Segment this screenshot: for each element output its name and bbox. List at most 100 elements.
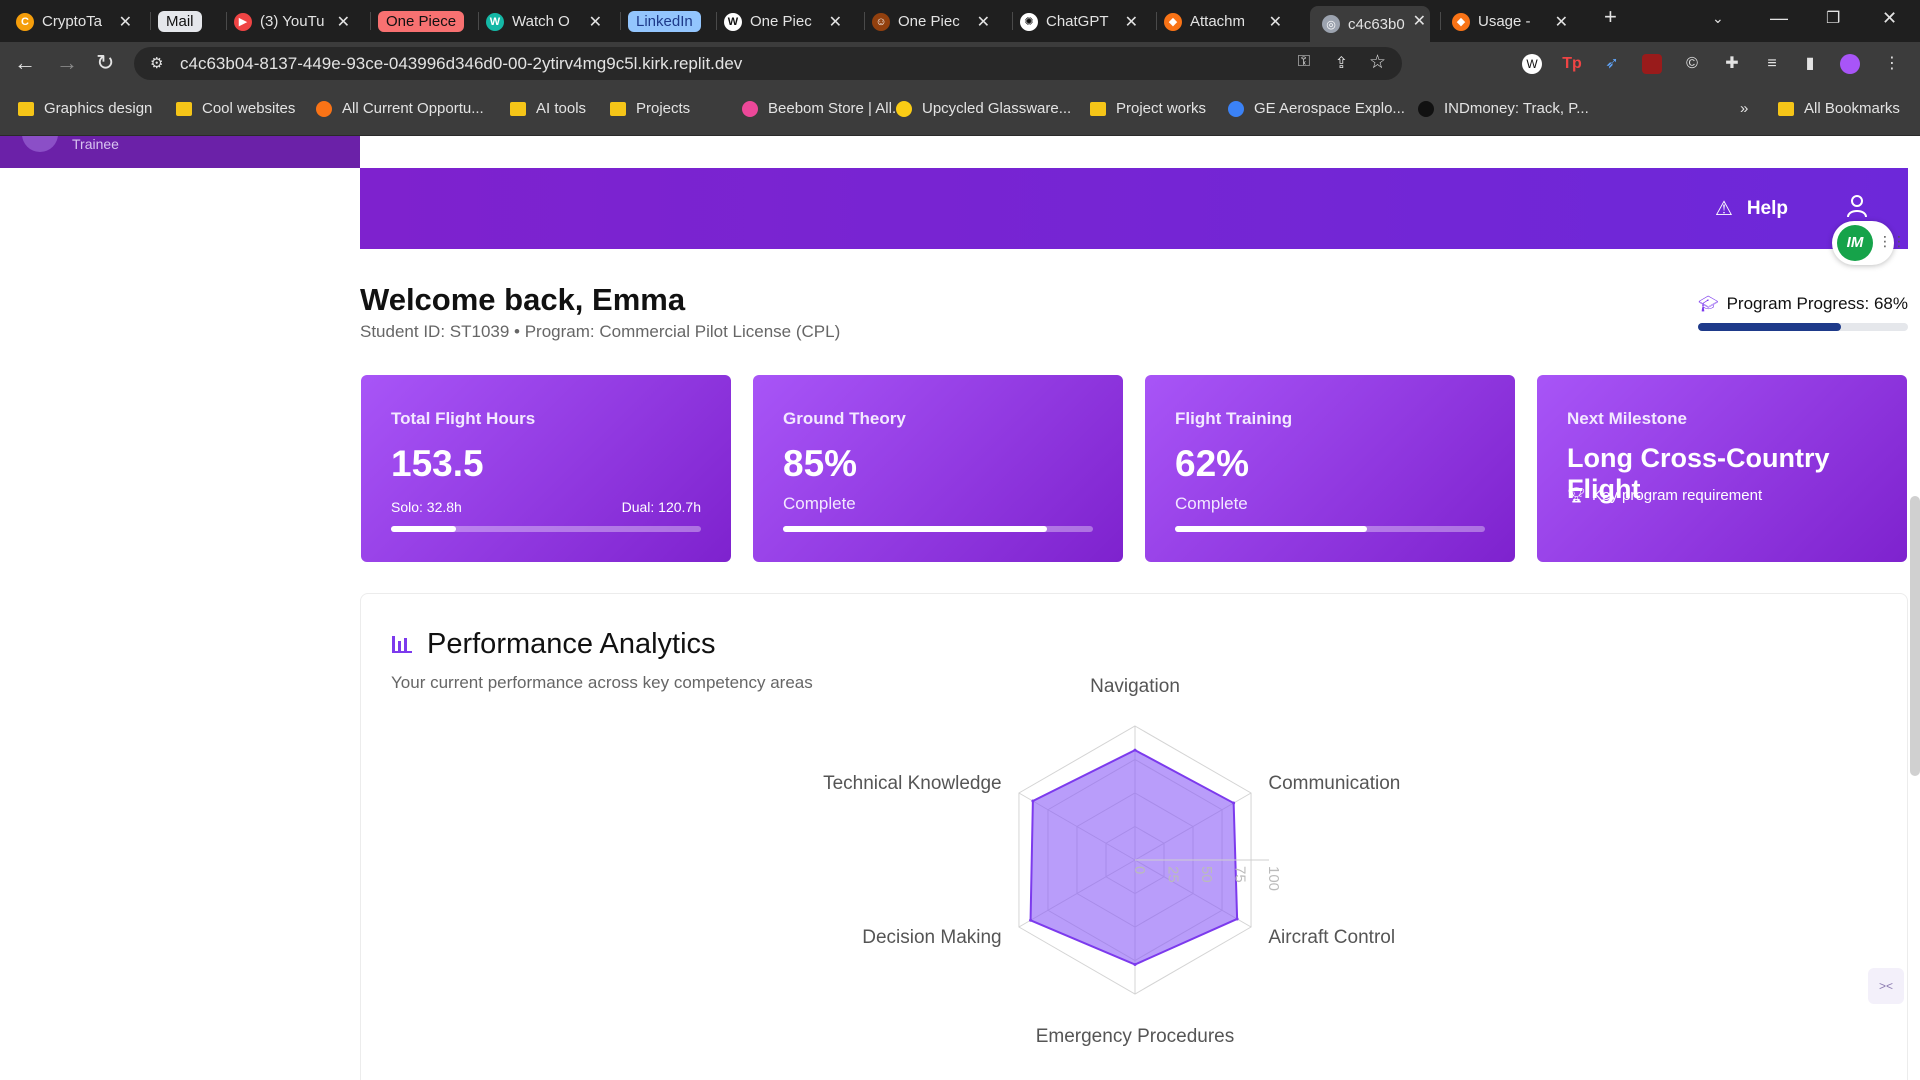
minimize-icon[interactable]: — [1770,8,1788,29]
bookmark-item[interactable]: Upcycled Glassware... [896,100,1071,117]
browser-tab[interactable]: ◆ Usage - ✕ [1452,7,1572,36]
extension-w-icon[interactable]: W [1522,54,1542,74]
menu-dots-icon[interactable]: ⋮ [1882,54,1902,74]
radar-data-area[interactable] [1029,748,1239,966]
extension-red-icon[interactable] [1642,54,1662,74]
browser-tab[interactable]: ◆ Attachm ✕ [1164,7,1286,36]
tab-close-icon[interactable]: ✕ [119,12,132,32]
tab-close-icon[interactable]: ✕ [589,12,602,32]
card-progress-fill [783,526,1047,532]
tab-close-icon[interactable]: ✕ [1269,12,1282,32]
tab-separator [478,12,479,30]
radar-data-point[interactable] [1235,917,1239,921]
tab-favicon-icon: ☺ [872,12,890,31]
tab-group-label[interactable]: Mail [158,11,202,32]
all-bookmarks-label: All Bookmarks [1804,100,1900,117]
radar-data-point[interactable] [1133,748,1137,752]
tab-close-icon[interactable]: ✕ [1555,12,1568,32]
tab-title: c4c63b0 [1348,15,1405,33]
tab-favicon-icon: ◆ [1452,12,1470,31]
extension-c-icon[interactable]: © [1682,54,1702,74]
bookmark-item[interactable]: Project works [1090,100,1206,117]
extension-rocket-icon[interactable]: ➶ [1602,54,1622,74]
browser-tab[interactable]: C CryptoTa ✕ [16,7,136,36]
reload-icon[interactable]: ↻ [96,51,114,75]
address-bar[interactable]: ⚙ c4c63b04-8137-449e-93ce-043996d346d0-0… [134,47,1402,80]
card-next-milestone: Next Milestone Long Cross-Country Flight… [1537,375,1907,562]
im-floating-badge[interactable]: IM ⋮⋮ [1832,221,1906,265]
extensions-puzzle-icon[interactable]: ✚ [1722,54,1742,74]
browser-tab[interactable]: W One Piec ✕ [724,7,846,36]
close-window-icon[interactable]: ✕ [1882,8,1897,29]
browser-tab[interactable]: Mail [158,7,218,36]
tab-favicon-icon: ✺ [1020,12,1038,31]
tab-close-icon[interactable]: ✕ [977,12,990,32]
back-icon[interactable]: ← [14,51,36,75]
site-favicon-icon [896,100,912,117]
user-icon[interactable] [1846,194,1868,218]
bookmark-item[interactable]: Beebom Store | All... [742,100,904,117]
tab-close-icon[interactable]: ✕ [1125,12,1138,32]
new-tab-button[interactable]: + [1604,4,1617,30]
tab-separator [226,12,227,30]
bookmark-item[interactable]: Graphics design [18,100,152,117]
site-favicon-icon [1418,100,1434,117]
share-icon[interactable]: ⇪ [1335,53,1348,73]
card-value: 85% [783,443,858,484]
radar-tick-label: 25 [1165,866,1182,883]
tab-separator [864,12,865,30]
site-info-icon[interactable]: ⚙ [150,54,163,72]
tab-separator [1440,12,1441,30]
card-total-flight-hours: Total Flight Hours 153.5 Solo: 32.8h Dua… [361,375,731,562]
restore-icon[interactable]: ❐ [1826,8,1840,28]
browser-tab-bar: C CryptoTa ✕ Mail ▶ (3) YouTu ✕ One Piece W Watch… [0,0,1920,42]
more-bookmarks-button[interactable]: » [1740,100,1748,117]
tab-separator [150,12,151,30]
browser-tab[interactable]: One Piece [378,7,468,36]
browser-tab[interactable]: W Watch O ✕ [486,7,606,36]
profile-avatar[interactable] [1840,54,1860,74]
browser-tab[interactable]: ✺ ChatGPT ✕ [1020,7,1142,36]
help-button[interactable]: ⚠ Help [1715,196,1788,221]
code-panel-toggle-icon[interactable]: >< [1868,968,1904,1004]
tab-search-icon[interactable]: ⌄ [1712,10,1724,27]
bookmark-item[interactable]: All Current Opportu... [316,100,484,117]
forward-icon[interactable]: → [56,51,78,75]
radar-data-point[interactable] [1133,963,1137,967]
bookmark-item[interactable]: GE Aerospace Explo... [1228,100,1405,117]
page-scrollbar[interactable] [1910,496,1920,776]
bookmark-star-icon[interactable]: ☆ [1369,51,1386,74]
url-text[interactable]: c4c63b04-8137-449e-93ce-043996d346d0-00-… [180,54,742,74]
im-logo: IM [1837,225,1873,261]
browser-tab[interactable]: ◎ c4c63b0 ✕ [1310,6,1430,42]
bookmark-item[interactable]: AI tools [510,100,586,117]
radar-data-point[interactable] [1031,799,1035,803]
alert-triangle-icon: ⚠ [1714,198,1733,220]
tab-title: ChatGPT [1046,13,1109,30]
bookmark-label: Graphics design [44,100,153,117]
bookmark-item[interactable]: Cool websites [176,100,295,117]
drag-handle-icon[interactable]: ⋮⋮ [1878,233,1906,250]
key-icon[interactable]: ⚿ [1298,53,1310,71]
bookmark-item[interactable]: INDmoney: Track, P... [1418,100,1589,117]
browser-tab[interactable]: ▶ (3) YouTu ✕ [234,7,354,36]
tab-group-label[interactable]: LinkedIn [628,11,701,32]
card-progress-fill [1175,526,1368,532]
bookmark-item[interactable]: Projects [610,100,690,117]
browser-tab[interactable]: ☺ One Piec ✕ [872,7,994,36]
tab-close-icon[interactable]: ✕ [1413,11,1426,31]
tab-group-label[interactable]: One Piece [378,11,465,32]
all-bookmarks-button[interactable]: All Bookmarks [1778,100,1900,117]
extension-tp-icon[interactable]: Tp [1562,54,1582,74]
radar-tick-label: 50 [1198,866,1215,883]
radar-data-point[interactable] [1029,918,1033,922]
bookmark-label: Project works [1116,100,1207,117]
side-panel-icon[interactable]: ▮ [1800,54,1820,74]
card-progress-fill [391,526,457,532]
tab-close-icon[interactable]: ✕ [337,12,350,32]
bookmark-label: GE Aerospace Explo... [1254,100,1405,117]
browser-tab[interactable]: LinkedIn [628,7,708,36]
radar-data-point[interactable] [1232,801,1236,805]
media-queue-icon[interactable]: ≡ [1762,54,1782,74]
tab-close-icon[interactable]: ✕ [829,12,842,32]
